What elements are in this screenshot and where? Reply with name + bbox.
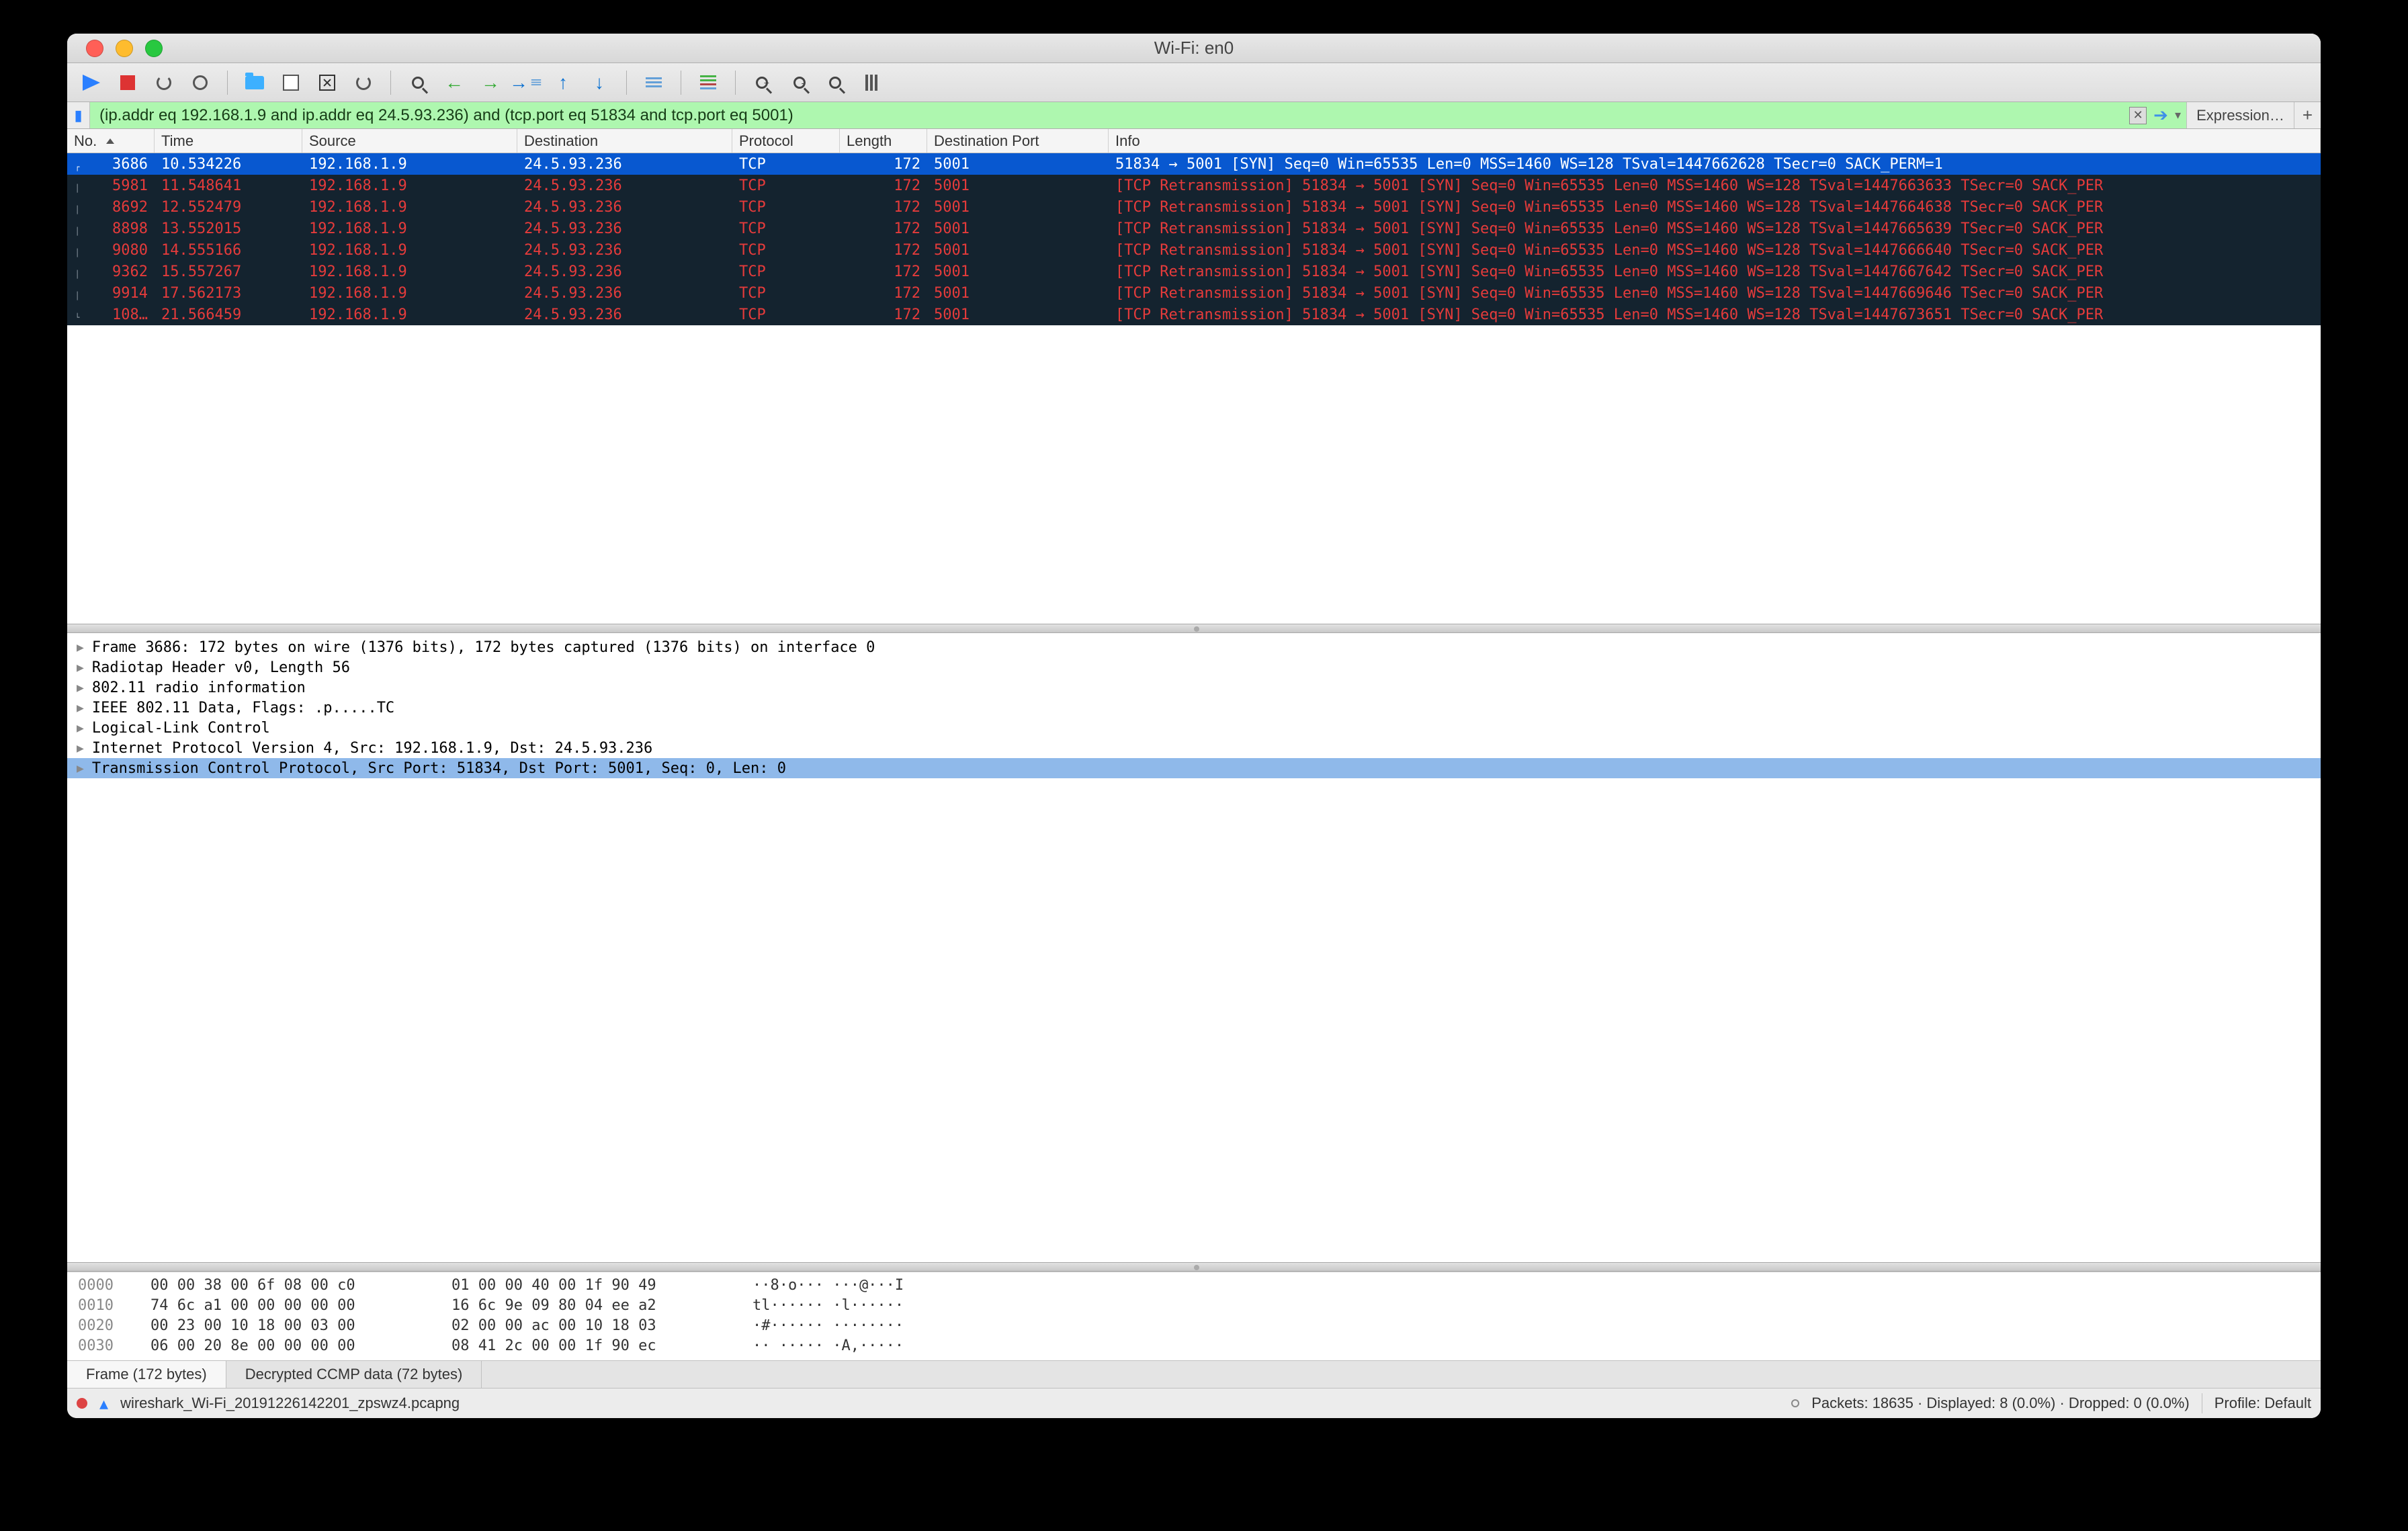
go-back-button[interactable]: ← bbox=[441, 69, 468, 96]
window-title: Wi-Fi: en0 bbox=[67, 38, 2321, 58]
conversation-bracket-icon: │ bbox=[71, 242, 83, 263]
hex-row[interactable]: 000000 00 38 00 6f 08 00 c001 00 00 40 0… bbox=[78, 1275, 2321, 1295]
zoom-in-button[interactable]: + bbox=[749, 69, 776, 96]
packet-row[interactable]: 908014.555166192.168.1.924.5.93.236TCP17… bbox=[67, 239, 2321, 261]
clear-filter-button[interactable]: ✕ bbox=[2129, 107, 2147, 124]
hex-row[interactable]: 001074 6c a1 00 00 00 00 0016 6c 9e 09 8… bbox=[78, 1295, 2321, 1315]
separator bbox=[735, 71, 736, 95]
packet-row[interactable]: 368610.534226192.168.1.924.5.93.236TCP17… bbox=[67, 153, 2321, 175]
detail-row[interactable]: ▶IEEE 802.11 Data, Flags: .p.....TC bbox=[67, 698, 2321, 718]
expression-button[interactable]: Expression… bbox=[2186, 102, 2294, 128]
go-first-button[interactable]: ↑ bbox=[550, 69, 576, 96]
save-file-button[interactable] bbox=[277, 69, 304, 96]
packet-row[interactable]: 598111.548641192.168.1.924.5.93.236TCP17… bbox=[67, 175, 2321, 196]
expand-icon[interactable]: ▶ bbox=[77, 661, 84, 675]
hex-row[interactable]: 003006 00 20 8e 00 00 00 0008 41 2c 00 0… bbox=[78, 1335, 2321, 1356]
auto-scroll-button[interactable] bbox=[640, 69, 667, 96]
go-forward-button[interactable]: → bbox=[477, 69, 504, 96]
filter-history-button[interactable]: ▾ bbox=[2175, 108, 2181, 122]
conversation-bracket-icon: │ bbox=[71, 285, 83, 306]
bookmark-filter-button[interactable]: ▮ bbox=[67, 102, 90, 128]
display-filter-input[interactable] bbox=[90, 102, 2124, 128]
zoom-reset-button[interactable] bbox=[822, 69, 849, 96]
packet-row[interactable]: 991417.562173192.168.1.924.5.93.236TCP17… bbox=[67, 282, 2321, 304]
conversation-bracket-icon: └ bbox=[71, 306, 83, 328]
expand-icon[interactable]: ▶ bbox=[77, 741, 84, 755]
col-length[interactable]: Length bbox=[840, 129, 927, 153]
expand-icon[interactable]: ▶ bbox=[77, 721, 84, 735]
conversation-bracket-icon: │ bbox=[71, 220, 83, 242]
expand-icon[interactable]: ▶ bbox=[77, 701, 84, 715]
zoom-out-button[interactable]: - bbox=[785, 69, 812, 96]
resize-columns-button[interactable] bbox=[858, 69, 885, 96]
stop-capture-button[interactable] bbox=[114, 69, 141, 96]
status-bar: ▴ wireshark_Wi-Fi_20191226142201_zpswz4.… bbox=[67, 1389, 2321, 1418]
restart-capture-button[interactable] bbox=[150, 69, 177, 96]
capture-options-button[interactable] bbox=[187, 69, 214, 96]
expand-icon[interactable]: ▶ bbox=[77, 761, 84, 776]
tab-decrypted[interactable]: Decrypted CCMP data (72 bytes) bbox=[226, 1361, 482, 1388]
open-file-button[interactable] bbox=[241, 69, 268, 96]
packet-row[interactable]: 108…21.566459192.168.1.924.5.93.236TCP17… bbox=[67, 304, 2321, 325]
col-source[interactable]: Source bbox=[302, 129, 517, 153]
bytes-tabs: Frame (172 bytes) Decrypted CCMP data (7… bbox=[67, 1360, 2321, 1389]
apply-filter-button[interactable]: ➔ bbox=[2153, 105, 2168, 126]
detail-row[interactable]: ▶802.11 radio information bbox=[67, 677, 2321, 698]
separator bbox=[390, 71, 391, 95]
find-packet-button[interactable] bbox=[404, 69, 431, 96]
detail-row[interactable]: ▶Logical-Link Control bbox=[67, 718, 2321, 738]
splitter-details-bytes[interactable] bbox=[67, 1262, 2321, 1272]
packet-row[interactable]: 889813.552015192.168.1.924.5.93.236TCP17… bbox=[67, 218, 2321, 239]
go-to-packet-button[interactable]: → bbox=[513, 69, 540, 96]
go-last-button[interactable]: ↓ bbox=[586, 69, 613, 96]
tab-frame[interactable]: Frame (172 bytes) bbox=[67, 1361, 226, 1388]
packet-row[interactable]: 936215.557267192.168.1.924.5.93.236TCP17… bbox=[67, 261, 2321, 282]
col-info[interactable]: Info bbox=[1109, 129, 2321, 153]
conversation-bracket-icon: │ bbox=[71, 199, 83, 220]
start-capture-button[interactable] bbox=[78, 69, 105, 96]
display-filter-bar: ▮ ✕ ➔ ▾ Expression… + bbox=[67, 102, 2321, 129]
packet-bytes-pane[interactable]: 000000 00 38 00 6f 08 00 c001 00 00 40 0… bbox=[67, 1272, 2321, 1360]
close-file-button[interactable] bbox=[314, 69, 341, 96]
col-time[interactable]: Time bbox=[155, 129, 302, 153]
packet-list-pane[interactable]: 368610.534226192.168.1.924.5.93.236TCP17… bbox=[67, 153, 2321, 624]
separator bbox=[227, 71, 228, 95]
packet-list-header: No. Time Source Destination Protocol Len… bbox=[67, 129, 2321, 153]
separator bbox=[626, 71, 627, 95]
detail-row[interactable]: ▶Internet Protocol Version 4, Src: 192.1… bbox=[67, 738, 2321, 758]
detail-row[interactable]: ▶Radiotap Header v0, Length 56 bbox=[67, 657, 2321, 677]
colorize-button[interactable] bbox=[695, 69, 722, 96]
sort-asc-icon bbox=[106, 138, 114, 144]
status-profile[interactable]: Profile: Default bbox=[2214, 1395, 2311, 1412]
packet-row[interactable]: 869212.552479192.168.1.924.5.93.236TCP17… bbox=[67, 196, 2321, 218]
col-no[interactable]: No. bbox=[67, 129, 155, 153]
status-file: wireshark_Wi-Fi_20191226142201_zpswz4.pc… bbox=[120, 1395, 460, 1412]
col-protocol[interactable]: Protocol bbox=[732, 129, 840, 153]
main-toolbar: ← → → ↑ ↓ + - bbox=[67, 63, 2321, 102]
expand-icon[interactable]: ▶ bbox=[77, 681, 84, 695]
reload-file-button[interactable] bbox=[350, 69, 377, 96]
packet-details-pane[interactable]: ▶Frame 3686: 172 bytes on wire (1376 bit… bbox=[67, 633, 2321, 1262]
titlebar: Wi-Fi: en0 bbox=[67, 34, 2321, 63]
add-filter-button[interactable]: + bbox=[2294, 102, 2321, 128]
expand-icon[interactable]: ▶ bbox=[77, 640, 84, 655]
conversation-bracket-icon: │ bbox=[71, 263, 83, 285]
status-dot-icon bbox=[1791, 1399, 1799, 1407]
detail-row[interactable]: ▶Frame 3686: 172 bytes on wire (1376 bit… bbox=[67, 637, 2321, 657]
col-destination-port[interactable]: Destination Port bbox=[927, 129, 1109, 153]
col-destination[interactable]: Destination bbox=[517, 129, 732, 153]
conversation-bracket-icon: │ bbox=[71, 177, 83, 199]
hex-row[interactable]: 002000 23 00 10 18 00 03 0002 00 00 ac 0… bbox=[78, 1315, 2321, 1335]
splitter-list-details[interactable] bbox=[67, 624, 2321, 633]
wireshark-window: Wi-Fi: en0 ← → → ↑ ↓ + - ▮ ✕ ➔ ▾ bbox=[67, 34, 2321, 1418]
capture-file-icon: ▴ bbox=[99, 1393, 108, 1414]
status-stats: Packets: 18635 · Displayed: 8 (0.0%) · D… bbox=[1811, 1395, 2190, 1412]
expert-info-icon[interactable] bbox=[77, 1398, 87, 1409]
conversation-bracket-icon: ┌ bbox=[71, 156, 83, 177]
detail-row[interactable]: ▶Transmission Control Protocol, Src Port… bbox=[67, 758, 2321, 778]
